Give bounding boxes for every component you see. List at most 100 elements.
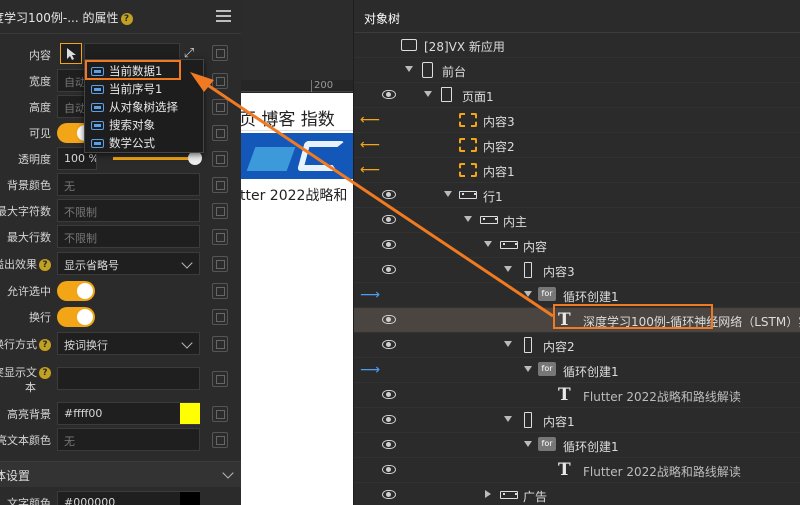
tree-row-content3[interactable]: ⟵ 内容3: [354, 108, 800, 133]
tree-row-inner[interactable]: 内主: [354, 208, 800, 233]
copy-icon[interactable]: [212, 177, 228, 193]
tree-row-frontend[interactable]: 前台: [354, 58, 800, 83]
tree-row-row1[interactable]: 行1: [354, 183, 800, 208]
highlight-bg-label: 高亮背景: [7, 408, 51, 421]
wrap-toggle[interactable]: [57, 307, 95, 327]
column-icon: [524, 337, 532, 353]
tree-row-label: [28]VX 新应用: [424, 40, 505, 54]
chevron-down-icon: [181, 257, 193, 269]
text-color-swatch[interactable]: [180, 492, 200, 505]
arrow-left-icon[interactable]: ⟵: [360, 137, 380, 153]
chevron-down-icon[interactable]: [524, 441, 532, 447]
tree-row-label: 循环创建1: [563, 365, 619, 379]
copy-icon[interactable]: [212, 203, 228, 219]
eye-icon[interactable]: [382, 440, 396, 449]
text-color-field[interactable]: #000000: [57, 491, 200, 505]
arrow-left-icon[interactable]: ⟵: [360, 162, 380, 178]
eye-icon[interactable]: [382, 490, 396, 499]
object-tree-panel: 对象树 [28]VX 新应用 前台 页面1 ⟵ 内容3 ⟵ 内容2 ⟵ 内容1 …: [353, 0, 800, 505]
tree-row-ad[interactable]: 广告: [354, 483, 800, 505]
copy-icon[interactable]: [212, 73, 228, 89]
chevron-down-icon[interactable]: [524, 291, 532, 297]
tree-row-app[interactable]: [28]VX 新应用: [354, 33, 800, 58]
property-row-allow-select: 允许选中: [0, 278, 241, 304]
highlight-bg-field[interactable]: #ffff00: [57, 402, 200, 425]
chevron-down-icon[interactable]: [504, 416, 512, 422]
menu-item-search-object[interactable]: 搜索对象: [91, 117, 155, 135]
chevron-down-icon[interactable]: [424, 91, 432, 97]
copy-icon[interactable]: [212, 151, 228, 167]
eye-icon[interactable]: [382, 240, 396, 249]
tree-row-content1-col[interactable]: 内容1: [354, 408, 800, 433]
eye-icon[interactable]: [382, 215, 396, 224]
chevron-down-icon[interactable]: [444, 191, 452, 197]
eye-icon[interactable]: [382, 265, 396, 274]
max-chars-field[interactable]: 不限制: [57, 199, 200, 222]
chevron-down-icon[interactable]: [484, 241, 492, 247]
highlight-text-color-field[interactable]: 无: [57, 428, 200, 451]
tree-row-content[interactable]: 内容: [354, 233, 800, 258]
tree-row-text3[interactable]: T Flutter 2022战略和路线解读: [354, 458, 800, 483]
section-label: 体设置: [0, 469, 31, 483]
tree-row-loop3[interactable]: for 循环创建1: [354, 433, 800, 458]
eye-icon[interactable]: [382, 465, 396, 474]
opacity-slider-track[interactable]: [113, 157, 195, 160]
hamburger-menu-icon[interactable]: [216, 10, 231, 22]
max-lines-field[interactable]: 不限制: [57, 225, 200, 248]
copy-icon[interactable]: [212, 125, 228, 141]
hint-field[interactable]: [57, 367, 200, 390]
eye-icon[interactable]: [382, 315, 396, 324]
copy-icon[interactable]: [212, 256, 228, 272]
pointer-select-button[interactable]: [60, 43, 82, 64]
nav-tabs-text: 页 博客 指数: [241, 110, 335, 130]
chevron-right-icon[interactable]: [485, 490, 491, 498]
menu-item-math-formula[interactable]: 数学公式: [91, 135, 155, 153]
design-canvas[interactable]: 200 页 博客 指数 tter 2022战略和: [241, 0, 353, 505]
tree-row-content1[interactable]: ⟵ 内容1: [354, 158, 800, 183]
tree-row-loop2[interactable]: ⟶ for 循环创建1: [354, 358, 800, 383]
chevron-down-icon[interactable]: [504, 341, 512, 347]
help-icon[interactable]: ?: [120, 13, 133, 25]
menu-item-select-from-tree[interactable]: 从对象树选择: [91, 99, 178, 117]
tree-row-content2-col[interactable]: 内容2: [354, 333, 800, 358]
wrap-mode-select[interactable]: 按词换行: [57, 332, 200, 355]
eye-icon[interactable]: [382, 90, 396, 99]
chevron-down-icon[interactable]: [464, 216, 472, 222]
chevron-down-icon[interactable]: [524, 366, 532, 372]
eye-icon[interactable]: [382, 390, 396, 399]
page-preview[interactable]: 页 博客 指数 tter 2022战略和: [241, 93, 353, 505]
copy-icon[interactable]: [212, 283, 228, 299]
copy-icon[interactable]: [212, 336, 228, 352]
allow-select-toggle[interactable]: [57, 281, 95, 301]
help-icon[interactable]: ?: [39, 259, 51, 271]
tree-row-label: 内主: [503, 215, 528, 229]
chevron-down-icon[interactable]: [504, 266, 512, 272]
eye-icon[interactable]: [382, 415, 396, 424]
tree-row-content3-col[interactable]: 内容3: [354, 258, 800, 283]
copy-icon[interactable]: [212, 45, 228, 61]
copy-icon[interactable]: [212, 406, 228, 422]
eye-icon[interactable]: [382, 340, 396, 349]
highlight-color-swatch[interactable]: [180, 403, 200, 424]
copy-icon[interactable]: [212, 371, 228, 387]
row-icon: [459, 191, 477, 199]
copy-icon[interactable]: [212, 229, 228, 245]
opacity-slider-handle[interactable]: [188, 151, 202, 165]
chevron-down-icon[interactable]: [405, 66, 413, 72]
copy-icon[interactable]: [212, 99, 228, 115]
help-icon[interactable]: ?: [39, 339, 51, 351]
eye-icon[interactable]: [382, 190, 396, 199]
tree-row-page1[interactable]: 页面1: [354, 83, 800, 108]
menu-item-current-index[interactable]: 当前序号1: [91, 81, 162, 99]
bg-color-field[interactable]: 无: [57, 173, 200, 196]
tree-row-text2[interactable]: T Flutter 2022战略和路线解读: [354, 383, 800, 408]
arrow-right-icon[interactable]: ⟶: [360, 287, 380, 303]
help-icon[interactable]: ?: [39, 367, 51, 379]
copy-icon[interactable]: [212, 309, 228, 325]
section-header[interactable]: 体设置: [0, 461, 241, 487]
copy-icon[interactable]: [212, 432, 228, 448]
arrow-right-icon[interactable]: ⟶: [360, 362, 380, 378]
overflow-select[interactable]: 显示省略号: [57, 252, 200, 275]
tree-row-content2[interactable]: ⟵ 内容2: [354, 133, 800, 158]
arrow-left-icon[interactable]: ⟵: [360, 112, 380, 128]
